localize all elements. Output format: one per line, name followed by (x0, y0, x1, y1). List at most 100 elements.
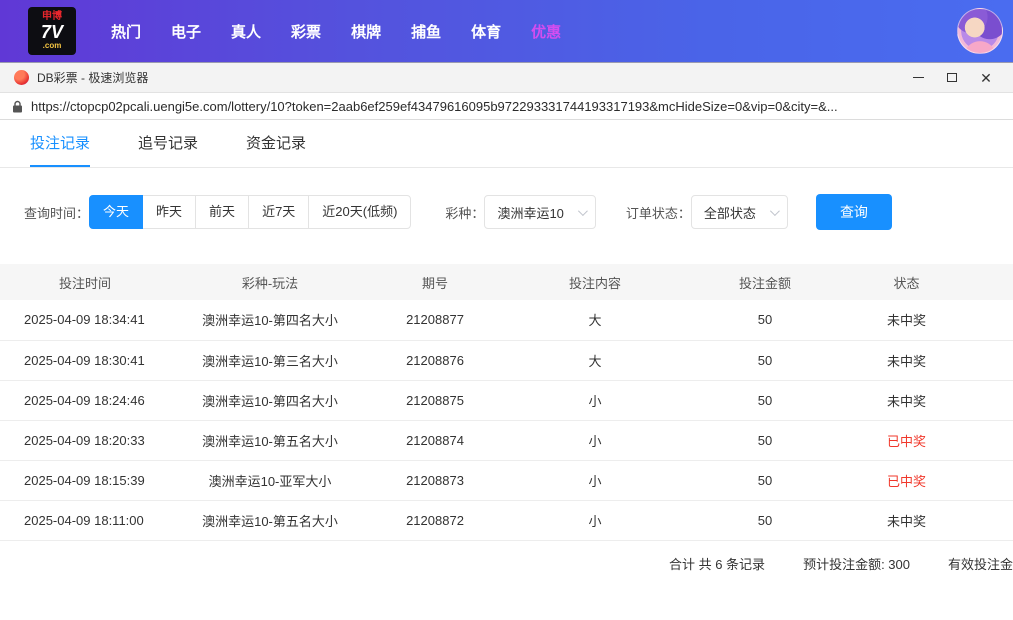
nav-item-2[interactable]: 真人 (231, 21, 261, 42)
order-status-select[interactable]: 全部状态 (691, 195, 788, 229)
time-filter-button-4[interactable]: 近20天(低频) (308, 195, 411, 229)
cell-status: 未中奖 (840, 340, 1013, 380)
summary-valid-amount: 有效投注金 (948, 554, 1013, 573)
maximize-icon (947, 73, 957, 82)
filter-bar: 查询时间： 今天昨天前天近7天近20天(低频) 彩种： 澳洲幸运10 订单状态：… (24, 194, 989, 230)
nav-item-1[interactable]: 电子 (171, 21, 201, 42)
lottery-select-value: 澳洲幸运10 (497, 203, 563, 222)
tab-2[interactable]: 资金记录 (246, 120, 306, 167)
lottery-page: 投注记录 追号记录 资金记录 查询时间： 今天昨天前天近7天近20天(低频) 彩种：… (0, 120, 1013, 620)
app-icon (14, 70, 29, 85)
cell-issue: 21208873 (370, 460, 500, 500)
browser-title-bar: DB彩票 - 极速浏览器 ✕ (0, 63, 1013, 93)
nav-item-4[interactable]: 棋牌 (351, 21, 381, 42)
cell-time: 2025-04-09 18:15:39 (0, 460, 170, 500)
cell-game: 澳洲幸运10-亚军大小 (170, 460, 370, 500)
cell-issue: 21208874 (370, 420, 500, 460)
table-row: 2025-04-09 18:30:41澳洲幸运10-第三名大小21208876大… (0, 340, 1013, 380)
window-title: DB彩票 - 极速浏览器 (37, 69, 148, 86)
cell-game: 澳洲幸运10-第五名大小 (170, 500, 370, 540)
close-button[interactable]: ✕ (969, 65, 1003, 91)
logo-text-mid: 7V (41, 23, 63, 42)
tab-0[interactable]: 投注记录 (30, 120, 90, 167)
cell-content: 小 (500, 380, 690, 420)
site-nav-list: 热门 电子 真人 彩票 棋牌 捕鱼 体育 优惠 (96, 21, 576, 42)
column-header-1: 彩种-玩法 (170, 264, 370, 300)
nav-item-6[interactable]: 体育 (471, 21, 501, 42)
cell-content: 小 (500, 420, 690, 460)
cell-time: 2025-04-09 18:24:46 (0, 380, 170, 420)
cell-time: 2025-04-09 18:20:33 (0, 420, 170, 460)
cell-content: 小 (500, 500, 690, 540)
table-row: 2025-04-09 18:20:33澳洲幸运10-第五名大小21208874小… (0, 420, 1013, 460)
cell-amount: 50 (690, 460, 840, 500)
bet-records-table: 投注时间彩种-玩法期号投注内容投注金额状态 2025-04-09 18:34:4… (0, 264, 1013, 541)
browser-address-bar[interactable]: https://ctopcp02pcali.uengi5e.com/lotter… (0, 93, 1013, 120)
time-filter-label: 查询时间： (24, 203, 89, 222)
cell-time: 2025-04-09 18:34:41 (0, 300, 170, 340)
site-logo[interactable]: 申博 7V .com (28, 7, 76, 55)
cell-amount: 50 (690, 380, 840, 420)
nav-item-7[interactable]: 优惠 (531, 21, 561, 42)
cell-amount: 50 (690, 500, 840, 540)
minimize-button[interactable] (901, 65, 935, 91)
time-filter-button-2[interactable]: 前天 (195, 195, 249, 229)
time-filter-group: 今天昨天前天近7天近20天(低频) (89, 195, 411, 229)
table-body: 2025-04-09 18:34:41澳洲幸运10-第四名大小21208877大… (0, 300, 1013, 540)
logo-text-bottom: .com (43, 42, 62, 50)
order-status-value: 全部状态 (704, 203, 756, 222)
cell-status: 已中奖 (840, 420, 1013, 460)
cell-amount: 50 (690, 420, 840, 460)
column-header-5: 状态 (840, 264, 1013, 300)
nav-item-5[interactable]: 捕鱼 (411, 21, 441, 42)
cell-time: 2025-04-09 18:11:00 (0, 500, 170, 540)
summary-total: 合计 共 6 条记录 (669, 554, 765, 573)
time-filter-button-3[interactable]: 近7天 (248, 195, 309, 229)
cell-status: 已中奖 (840, 460, 1013, 500)
summary-bar: 合计 共 6 条记录 预计投注金额: 300 有效投注金 (0, 541, 1013, 587)
user-avatar[interactable] (957, 8, 1003, 54)
time-filter-button-0[interactable]: 今天 (89, 195, 143, 229)
cell-content: 小 (500, 460, 690, 500)
table-row: 2025-04-09 18:11:00澳洲幸运10-第五名大小21208872小… (0, 500, 1013, 540)
time-filter-button-1[interactable]: 昨天 (142, 195, 196, 229)
chevron-down-icon (578, 206, 588, 216)
browser-window: DB彩票 - 极速浏览器 ✕ https://ctopcp02pcali.uen… (0, 62, 1013, 620)
cell-content: 大 (500, 340, 690, 380)
chevron-down-icon (770, 206, 780, 216)
window-controls: ✕ (901, 65, 1003, 91)
cell-status: 未中奖 (840, 300, 1013, 340)
query-button[interactable]: 查询 (816, 194, 892, 230)
table-row: 2025-04-09 18:15:39澳洲幸运10-亚军大小21208873小5… (0, 460, 1013, 500)
cell-status: 未中奖 (840, 380, 1013, 420)
url-text: https://ctopcp02pcali.uengi5e.com/lotter… (31, 99, 838, 114)
site-navbar: 申博 7V .com 热门 电子 真人 彩票 棋牌 捕鱼 体育 优惠 (0, 0, 1013, 62)
close-icon: ✕ (980, 71, 992, 85)
lottery-select[interactable]: 澳洲幸运10 (484, 195, 595, 229)
lottery-filter-label: 彩种： (445, 203, 484, 222)
cell-game: 澳洲幸运10-第五名大小 (170, 420, 370, 460)
nav-item-3[interactable]: 彩票 (291, 21, 321, 42)
cell-amount: 50 (690, 340, 840, 380)
cell-issue: 21208875 (370, 380, 500, 420)
cell-issue: 21208872 (370, 500, 500, 540)
cell-issue: 21208876 (370, 340, 500, 380)
column-header-0: 投注时间 (0, 264, 170, 300)
cell-status: 未中奖 (840, 500, 1013, 540)
maximize-button[interactable] (935, 65, 969, 91)
minimize-icon (913, 77, 924, 78)
cell-game: 澳洲幸运10-第三名大小 (170, 340, 370, 380)
cell-content: 大 (500, 300, 690, 340)
table-row: 2025-04-09 18:24:46澳洲幸运10-第四名大小21208875小… (0, 380, 1013, 420)
cell-game: 澳洲幸运10-第四名大小 (170, 380, 370, 420)
record-tabs: 投注记录 追号记录 资金记录 (0, 120, 1013, 168)
tab-1[interactable]: 追号记录 (138, 120, 198, 167)
cell-time: 2025-04-09 18:30:41 (0, 340, 170, 380)
column-header-4: 投注金额 (690, 264, 840, 300)
column-header-2: 期号 (370, 264, 500, 300)
table-header-row: 投注时间彩种-玩法期号投注内容投注金额状态 (0, 264, 1013, 300)
column-header-3: 投注内容 (500, 264, 690, 300)
lock-icon (12, 100, 23, 113)
order-status-label: 订单状态： (626, 203, 691, 222)
nav-item-0[interactable]: 热门 (111, 21, 141, 42)
